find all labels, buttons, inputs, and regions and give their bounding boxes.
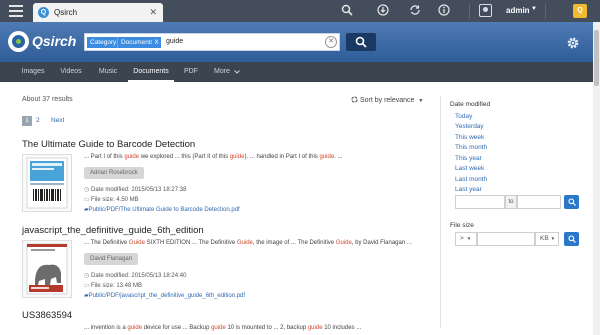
page-2[interactable]: 2 [36,116,40,126]
file-path-link[interactable]: ▰Public/PDF/javascript_the_definitive_gu… [84,292,245,299]
size-filter-search-button[interactable] [564,232,579,246]
tab-more[interactable]: More [208,62,236,82]
clear-search-icon[interactable]: ✕ [325,36,337,48]
chevron-down-icon: ▼ [466,236,472,241]
next-page-link[interactable]: Next [51,116,64,126]
date-modified: ◷ Date modified: 2015/05/13 18:27:38 [84,187,187,193]
result-snippet: ... Part I of this guide we explored ...… [84,154,343,160]
tab-close-icon[interactable]: ✕ [149,7,157,18]
download-icon[interactable] [376,4,390,18]
sync-icon[interactable] [408,4,422,18]
size-filter-heading: File size [450,222,474,229]
chip-remove-button[interactable]: X [152,37,161,48]
search-icon [568,198,576,206]
category-chip-label: Category [87,37,120,48]
date-filter-last-year[interactable]: Last year [455,186,482,193]
file-size: ▭File size: 4.50 MB [84,197,139,203]
author-badge[interactable]: Adrian Rosebrock [84,167,144,179]
category-nav: Images Videos Music Documents PDF More [0,62,600,82]
clock-icon: ◷ [84,187,90,193]
search-header: Qsirch Category Documents X guide ✕ [0,22,600,62]
scrollbar-thumb[interactable] [594,30,599,86]
tab-images[interactable]: Images [14,62,52,82]
result-snippet: ... The Definitive Guide SIXTH EDITION .… [84,240,412,246]
clock-icon: ◷ [84,273,90,279]
sort-icon [351,96,358,103]
size-operator-select[interactable]: > ▼ [455,232,477,246]
size-value-input[interactable] [477,232,535,246]
tab-music[interactable]: Music [90,62,126,82]
date-filter-search-button[interactable] [564,195,579,209]
search-icon [355,36,367,48]
menu-icon[interactable] [9,5,23,17]
chevron-down-icon[interactable] [234,70,240,74]
sort-label: Sort by relevance [359,97,415,104]
tab-pdf[interactable]: PDF [176,62,206,82]
tab-videos[interactable]: Videos [52,62,90,82]
date-to-input[interactable] [517,195,561,209]
date-filter-this-month[interactable]: This month [455,144,487,151]
page-1[interactable]: 1 [22,116,32,126]
file-size: ▭File size: 13.48 MB [84,283,143,289]
chevron-down-icon: ▼ [550,236,556,241]
result-title-link[interactable]: US3863594 [22,310,72,321]
result-title-link[interactable]: The Ultimate Guide to Barcode Detection [22,139,195,150]
logo-text: Qsirch [32,33,77,49]
date-range-to-label: to [505,195,517,209]
category-chip-value: Documents [117,37,157,48]
date-filter-last-month[interactable]: Last month [455,176,487,183]
filter-divider [440,96,441,328]
qnap-logo-icon[interactable]: Q [573,4,587,18]
search-button[interactable] [346,33,376,51]
result-snippet: ... invention is a guide device for use … [84,325,362,331]
result-thumbnail[interactable] [22,240,72,298]
info-icon[interactable] [437,4,451,18]
result-thumbnail[interactable] [22,154,72,212]
qsirch-logo-icon [8,31,29,52]
toolbar-divider [469,3,470,19]
date-filter-this-year[interactable]: This year [455,155,482,162]
qsirch-tab-icon: Q [38,7,49,18]
search-query[interactable]: guide [166,38,183,45]
app-tab-qsirch[interactable]: Q Qsirch ✕ [33,3,163,22]
file-path-link[interactable]: ▰Public/PDF/The Ultimate Guide to Barcod… [84,206,240,213]
tab-documents[interactable]: Documents [128,62,174,82]
author-badge[interactable]: David Flanagan [84,253,139,265]
result-title-link[interactable]: javascript_the_definitive_guide_6th_edit… [22,225,204,236]
date-filter-today[interactable]: Today [455,113,472,120]
search-input[interactable]: Category Documents X guide ✕ [84,33,340,51]
date-filter-heading: Date modified [450,101,491,108]
result-count: About 37 results [22,96,73,103]
date-filter-this-week[interactable]: This week [455,134,484,141]
file-icon: ▭ [84,283,90,289]
top-app-bar: Q Qsirch ✕ admin ▼ Q [0,0,600,22]
date-filter-last-week[interactable]: Last week [455,165,484,172]
toolbar-divider [545,3,546,19]
gear-icon[interactable] [566,36,580,50]
date-filter-yesterday[interactable]: Yesterday [455,123,484,130]
search-icon [568,235,576,243]
tab-label: Qsirch [54,8,78,17]
username[interactable]: admin [506,6,530,15]
search-icon[interactable] [340,4,354,18]
date-modified: ◷ Date modified: 2015/05/13 18:24:40 [84,273,187,279]
date-from-input[interactable] [455,195,505,209]
size-unit-select[interactable]: KB ▼ [535,232,559,246]
chevron-down-icon: ▼ [418,98,424,104]
file-icon: ▭ [84,197,90,203]
user-icon[interactable] [479,4,492,17]
chevron-down-icon[interactable]: ▼ [531,6,537,12]
sort-dropdown[interactable]: Sort by relevance ▼ [351,96,423,104]
